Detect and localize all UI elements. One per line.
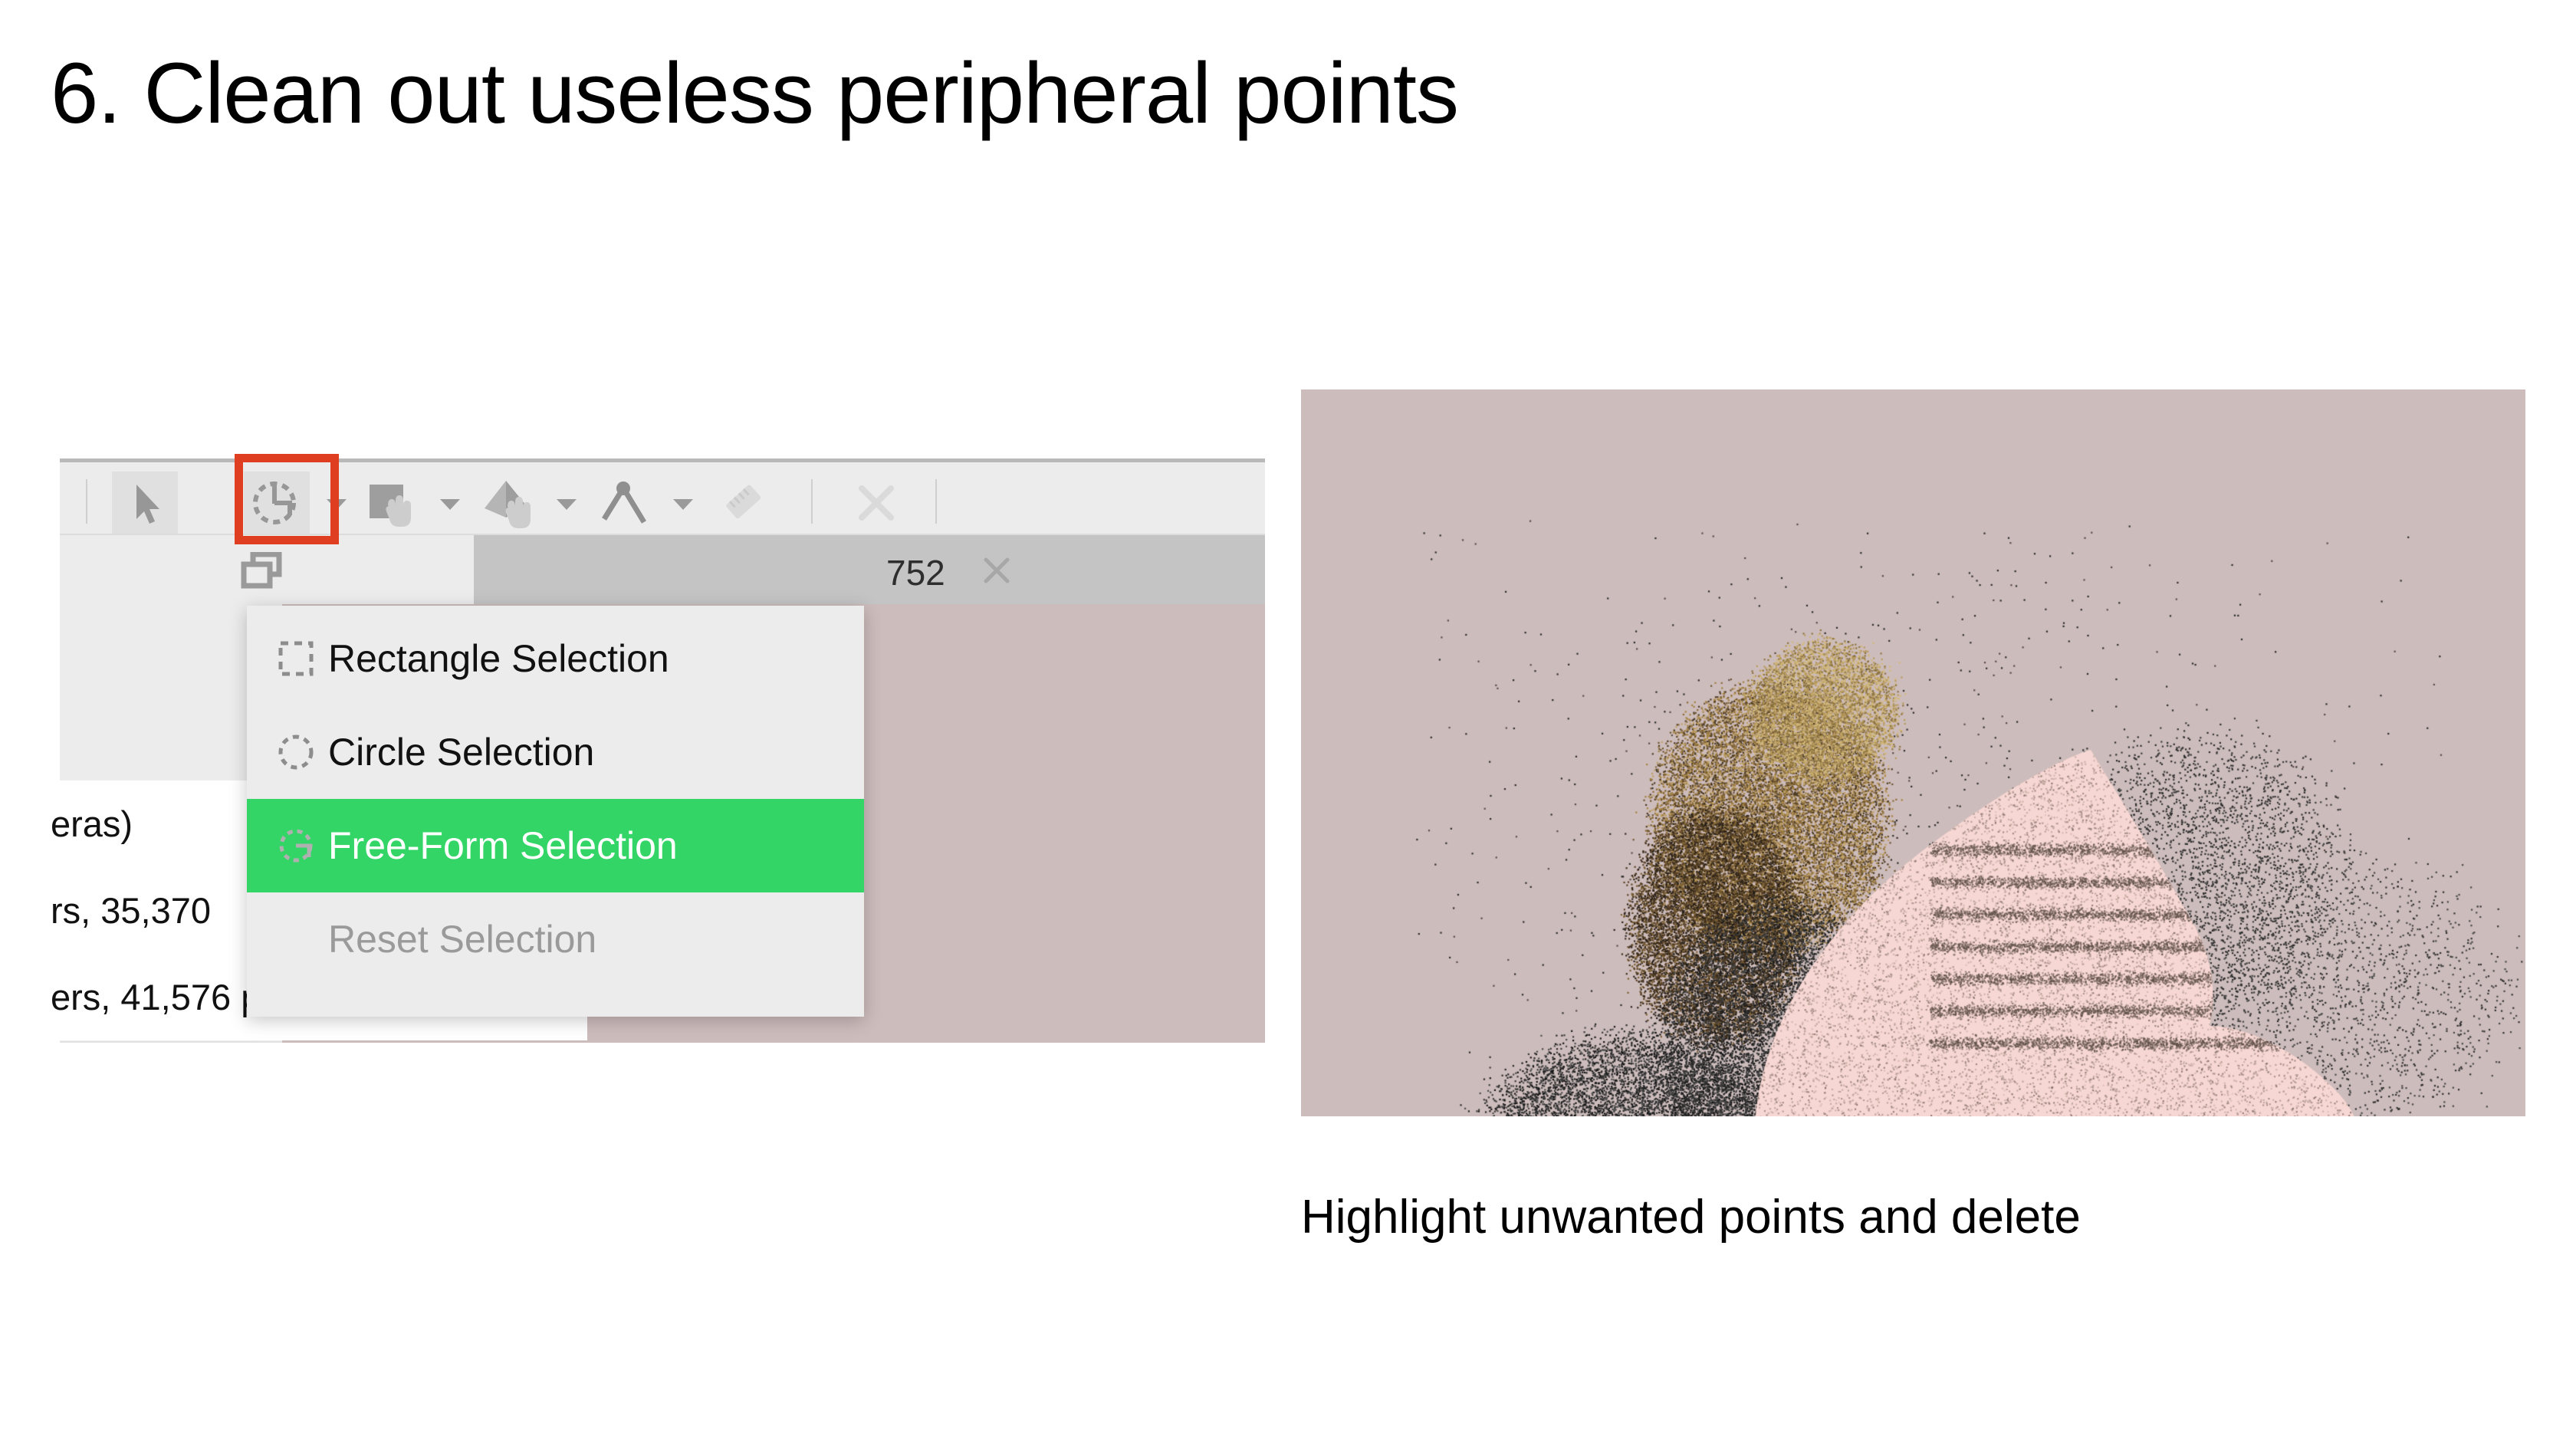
menu-item-label: Free-Form Selection bbox=[328, 824, 678, 867]
pointer-arrow-icon bbox=[136, 485, 159, 524]
ruler-icon bbox=[726, 485, 761, 519]
move-plane-chevron-down-icon[interactable] bbox=[440, 499, 460, 510]
pointer-tool-button[interactable] bbox=[112, 472, 178, 534]
tab-active[interactable] bbox=[474, 535, 1265, 606]
point-cloud-canvas[interactable] bbox=[1301, 389, 2525, 1116]
toolbar-separator bbox=[811, 479, 813, 524]
free-form-marquee-icon bbox=[264, 825, 328, 866]
move-camera-tool-button[interactable] bbox=[474, 472, 540, 534]
tab-bar: 752 bbox=[60, 534, 1265, 606]
measure-tool-button[interactable] bbox=[710, 472, 776, 534]
square-hand-icon bbox=[370, 485, 411, 527]
pyramid-hand-icon bbox=[485, 481, 531, 528]
menu-item-label: Rectangle Selection bbox=[328, 637, 669, 680]
menu-item-rectangle-selection[interactable]: Rectangle Selection bbox=[247, 612, 864, 705]
selection-tool-dropdown-menu: Rectangle Selection Circle Selection Fre… bbox=[247, 606, 864, 1017]
point-cloud-figure bbox=[1301, 389, 2525, 1116]
copy-windows-icon[interactable] bbox=[241, 551, 284, 590]
selection-tool-highlight-box bbox=[235, 454, 339, 544]
circle-marquee-icon bbox=[264, 731, 328, 773]
menu-item-reset-selection[interactable]: Reset Selection bbox=[247, 892, 864, 986]
toolbar-separator bbox=[935, 479, 937, 524]
page-title: 6. Clean out useless peripheral points bbox=[51, 45, 1459, 141]
angle-tool-chevron-down-icon[interactable] bbox=[673, 499, 693, 510]
move-plane-tool-button[interactable] bbox=[359, 472, 425, 534]
menu-item-label: Reset Selection bbox=[328, 918, 597, 961]
delete-tool-button[interactable] bbox=[843, 472, 909, 534]
tab-close-icon[interactable] bbox=[977, 550, 1017, 590]
x-close-icon bbox=[859, 485, 894, 521]
toolbar-separator bbox=[86, 479, 87, 524]
rectangle-marquee-icon bbox=[264, 638, 328, 679]
menu-item-circle-selection[interactable]: Circle Selection bbox=[247, 705, 864, 799]
angle-tool-button[interactable] bbox=[590, 472, 656, 534]
tab-label: 752 bbox=[886, 553, 945, 593]
figure-caption: Highlight unwanted points and delete bbox=[1301, 1191, 2081, 1244]
compass-icon bbox=[602, 481, 646, 524]
menu-item-label: Circle Selection bbox=[328, 731, 595, 774]
menu-item-free-form-selection[interactable]: Free-Form Selection bbox=[247, 799, 864, 892]
move-camera-chevron-down-icon[interactable] bbox=[557, 499, 577, 510]
